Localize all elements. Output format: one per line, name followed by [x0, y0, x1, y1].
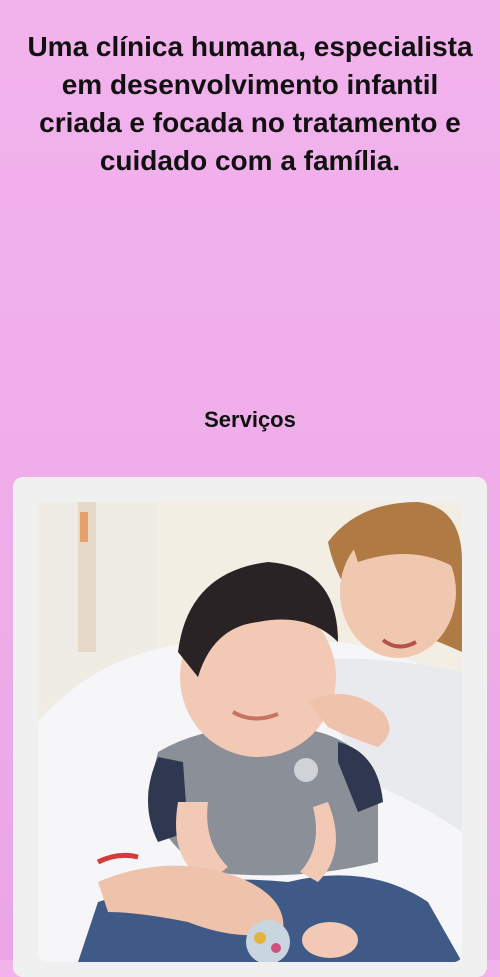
hero-headline: Uma clínica humana, especialista em dese…: [27, 31, 473, 176]
service-card[interactable]: [13, 477, 487, 977]
services-title: Serviços: [204, 407, 296, 432]
service-card-image: [38, 502, 462, 962]
